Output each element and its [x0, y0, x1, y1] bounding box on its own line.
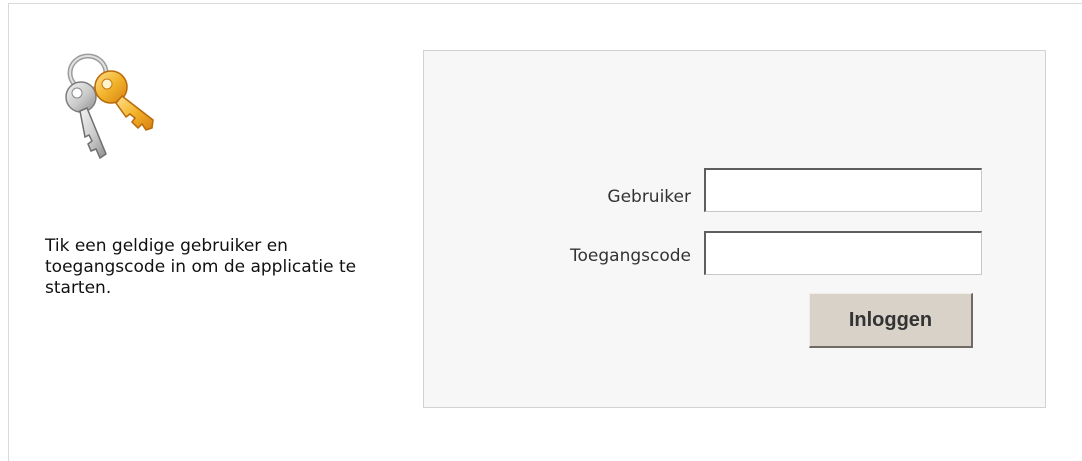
access-code-label: Toegangscode [570, 246, 691, 266]
login-button[interactable]: Inloggen [809, 293, 973, 348]
login-instructions: Tik een geldige gebruiker en toegangscod… [45, 236, 357, 298]
keys-icon [60, 50, 160, 162]
user-input[interactable] [704, 168, 982, 212]
access-code-input[interactable] [704, 231, 982, 275]
user-label: Gebruiker [607, 187, 691, 207]
login-page: Tik een geldige gebruiker en toegangscod… [0, 0, 1082, 461]
login-panel: Gebruiker Toegangscode Inloggen [423, 50, 1046, 408]
